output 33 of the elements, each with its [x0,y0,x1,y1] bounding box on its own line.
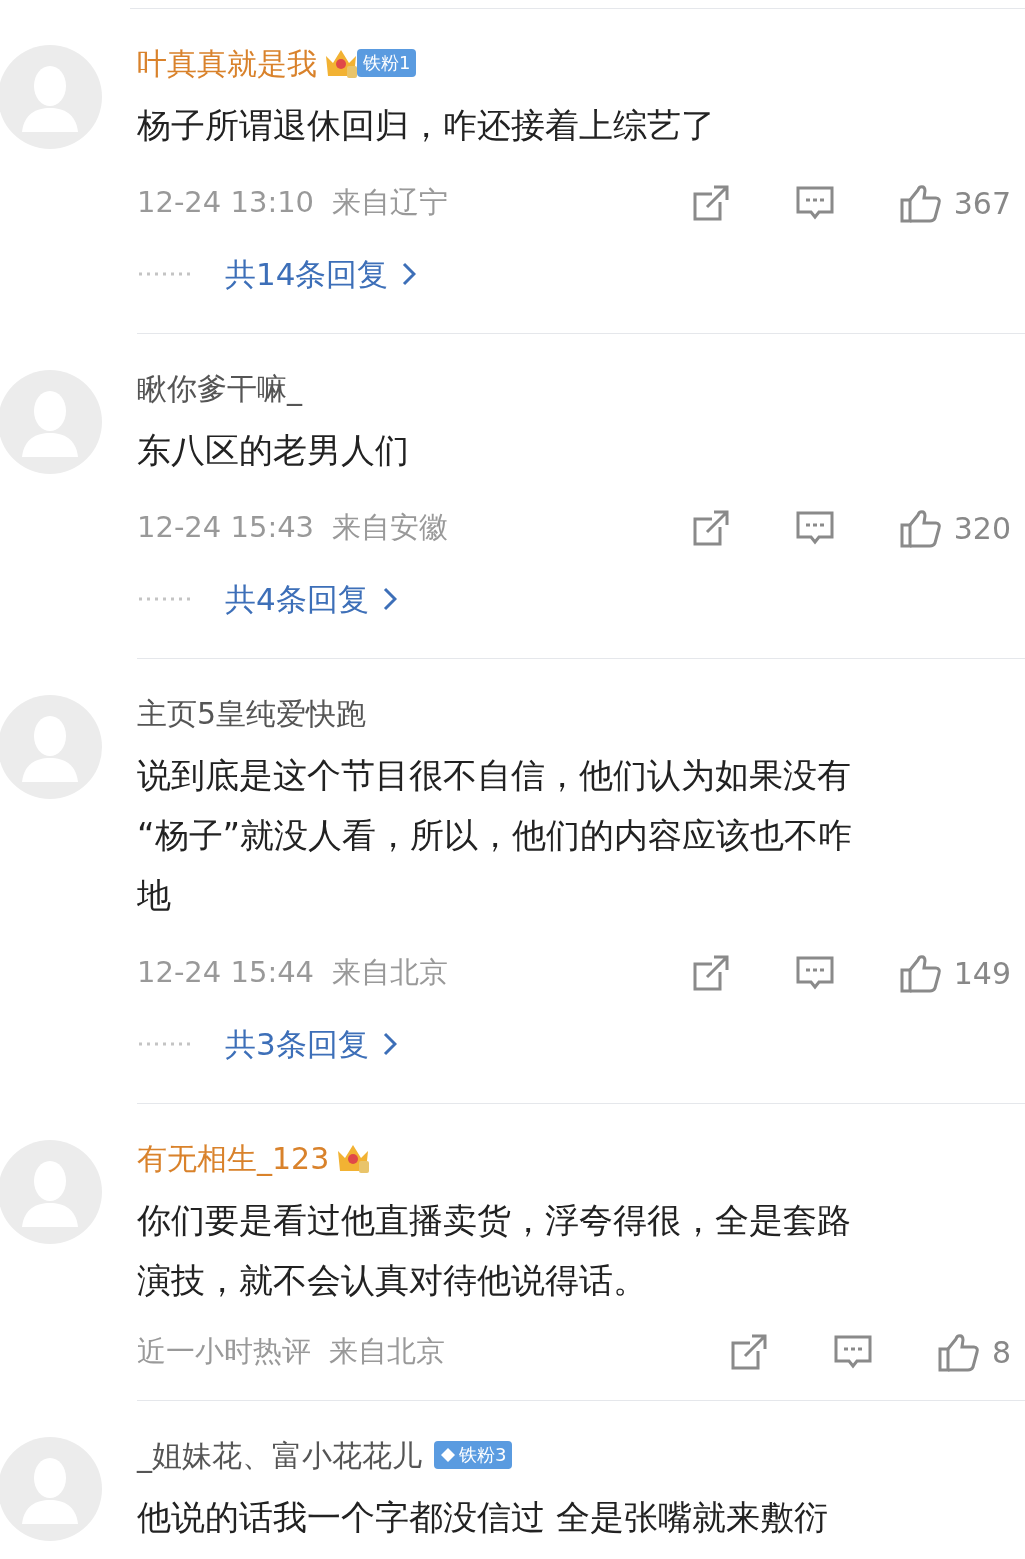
username[interactable]: _姐妹花、富小花花儿 [137,1432,422,1478]
timestamp-location: 12-24 13:10 来自辽宁 [137,184,449,222]
replies-link[interactable]: 共14条回复 [225,250,417,298]
username[interactable]: 叶真真就是我 [137,40,317,86]
chevron-right-icon [382,587,397,611]
dotted-line-icon [137,597,193,601]
fan-badge: 铁粉3 [434,1441,513,1469]
comment-text: 你们要是看过他直播卖货，浮夸得很，全是套路 [137,1199,852,1242]
comment-text: 杨子所谓退休回归，咋还接着上综艺了 [137,104,716,147]
replies-link[interactable]: 共3条回复 [225,1020,397,1068]
comment-text: 地 [137,874,172,917]
comment-text: “杨子”就没人看，所以，他们的内容应该也不咋 [137,814,854,857]
comment-text: 说到底是这个节目很不自信，他们认为如果没有 [137,754,852,797]
username[interactable]: 主页5皇纯爱快跑 [137,690,367,736]
timestamp-location: 近一小时热评 来自北京 [137,1333,446,1371]
comment-text: 演技，就不会认真对待他说得话。 [137,1259,648,1302]
comment-text: 东八区的老男人们 [137,429,410,472]
username[interactable]: 有无相生_123 [137,1135,330,1181]
like-count: 8 [991,1333,1011,1372]
dotted-line-icon [137,272,193,276]
chevron-right-icon [402,262,417,286]
comment-text: 他说的话我一个字都没信过 全是张嘴就来敷衍 [137,1496,829,1539]
username[interactable]: 瞅你爹干嘛_ [137,365,302,411]
replies-link[interactable]: 共4条回复 [225,575,397,623]
like-count: 149 [953,954,1011,993]
diamond-icon [440,1447,456,1463]
timestamp-location: 12-24 15:43 来自安徽 [137,509,449,547]
dotted-line-icon [137,1042,193,1046]
chevron-right-icon [382,1032,397,1056]
like-count: 367 [953,184,1011,223]
like-count: 320 [953,509,1011,548]
fan-badge: 铁粉1 [357,49,417,77]
timestamp-location: 12-24 15:44 来自北京 [137,954,449,992]
